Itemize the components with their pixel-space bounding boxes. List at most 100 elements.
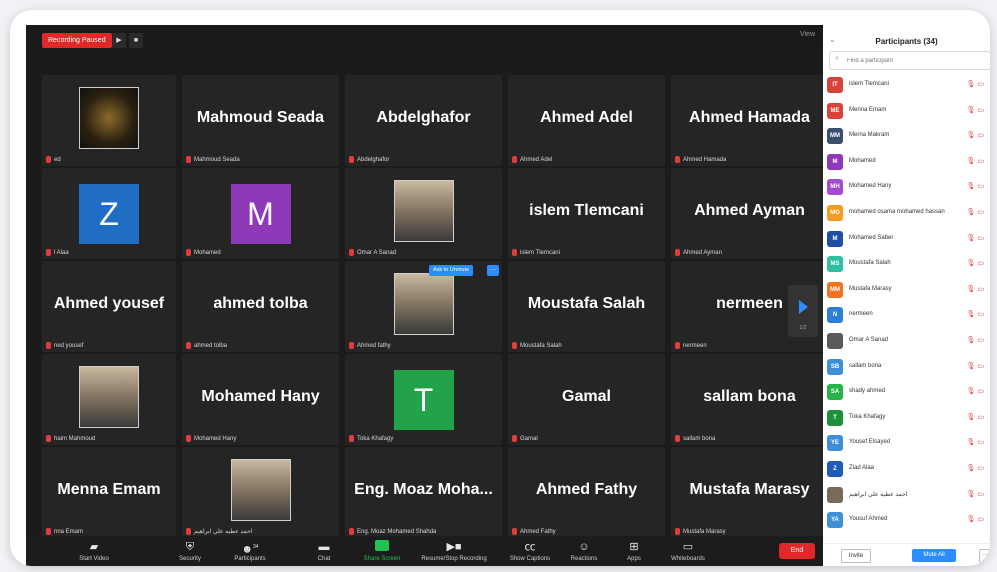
- participant-tile[interactable]: Omar A Sanad: [345, 168, 502, 259]
- participant-tile[interactable]: Zl Alaa: [42, 168, 176, 259]
- captions-label: Show Captions: [509, 556, 551, 562]
- smile-icon: ☺: [578, 541, 590, 553]
- whiteboards-button[interactable]: ▭ Whiteboards: [660, 540, 716, 562]
- share-screen-icon: [354, 540, 410, 554]
- chat-button[interactable]: ▬ Chat: [296, 540, 352, 562]
- participant-row[interactable]: M Mohamed 🎙︎▭: [823, 150, 990, 176]
- tile-footer-text: Ahmed Adel: [520, 156, 553, 163]
- tile-name-label: Ahmed fathy: [349, 342, 391, 349]
- participant-row[interactable]: MS Moustafa Salah 🎙︎▭: [823, 252, 990, 278]
- avatar: MM: [827, 281, 843, 298]
- recording-label: Resume/Stop Recording: [421, 556, 487, 562]
- participant-tile[interactable]: ahmed tolba ahmed tolba: [182, 261, 339, 352]
- tile-footer-text: Mohamed: [194, 249, 221, 256]
- avatar: MS: [827, 256, 843, 273]
- participant-row[interactable]: MO mohamed osama mohamed hassan 🎙︎▭: [823, 201, 990, 227]
- participant-row[interactable]: MM Merna Makram 🎙︎▭: [823, 124, 990, 150]
- participant-tile[interactable]: Abdelghafor Abdelghafor: [345, 75, 502, 166]
- recording-button[interactable]: ▶■ Resume/Stop Recording: [418, 540, 490, 562]
- participant-tile[interactable]: islem Tlemcani islem Tlemcani: [508, 168, 665, 259]
- participant-display-name: Mohamed Hany: [201, 388, 320, 405]
- mic-video-off-icon: 🎙︎▭: [966, 106, 986, 114]
- participant-tile[interactable]: sallam bona sallam bona: [671, 354, 823, 445]
- next-page-button[interactable]: 1/2: [788, 285, 818, 337]
- participant-row[interactable]: YE Yousef Elsayed 🎙︎▭: [823, 431, 990, 457]
- participant-row[interactable]: IT islem Tlemcani 🎙︎▭: [823, 73, 990, 99]
- participant-tile[interactable]: Eng. Moaz Moha... Eng. Moaz Mohamed Shahd…: [345, 447, 502, 538]
- mic-video-off-icon: 🎙︎▭: [966, 413, 986, 421]
- participant-row[interactable]: احمد عطيه علي ابراهيم 🎙︎▭: [823, 483, 990, 509]
- end-button[interactable]: End: [779, 543, 815, 559]
- participant-row[interactable]: Z Ziad Alaa 🎙︎▭: [823, 457, 990, 483]
- participant-tile[interactable]: Menna Emam nna Emam: [42, 447, 176, 538]
- participant-row[interactable]: MM Mustafa Marasy 🎙︎▭: [823, 278, 990, 304]
- participants-button[interactable]: ☻34 Participants: [222, 540, 278, 562]
- participant-tile[interactable]: Ahmed Adel Ahmed Adel: [508, 75, 665, 166]
- mic-video-off-icon: 🎙︎▭: [966, 464, 986, 472]
- participant-row[interactable]: YA Yousuf Ahmed 🎙︎▭: [823, 508, 990, 534]
- participant-tile[interactable]: Mohamed Hany Mohamed Hany: [182, 354, 339, 445]
- mic-off-icon: [349, 249, 354, 256]
- participant-row[interactable]: Nnermeen 🎙︎▭: [823, 303, 990, 329]
- participant-row[interactable]: SA shady ahmed 🎙︎▭: [823, 380, 990, 406]
- participant-display-name: islem Tlemcani: [529, 202, 644, 219]
- tile-more-button[interactable]: ···: [487, 265, 499, 276]
- participant-tile[interactable]: Ahmed yousef ned yousef: [42, 261, 176, 352]
- share-screen-button[interactable]: Share Screen: [354, 540, 410, 562]
- invite-button[interactable]: Invite: [841, 549, 871, 563]
- participant-tile[interactable]: Ahmed Fathy Ahmed Fathy: [508, 447, 665, 538]
- search-input[interactable]: [845, 54, 979, 68]
- tile-footer-text: Abdelghafor: [357, 156, 390, 163]
- mic-video-off-icon: 🎙︎▭: [966, 260, 986, 268]
- recording-status-badge[interactable]: Recording Paused: [42, 33, 112, 48]
- apps-button[interactable]: ⊞ Apps: [606, 540, 662, 562]
- security-button[interactable]: ⛨ Security: [162, 540, 218, 562]
- participant-tile[interactable]: احمد عطيه علي ابراهيم: [182, 447, 339, 538]
- participant-tile[interactable]: ed: [42, 75, 176, 166]
- participant-name: Merna Makram: [849, 132, 890, 139]
- participant-tile[interactable]: Mahmoud Seada Mahmoud Seada: [182, 75, 339, 166]
- participant-row[interactable]: M Mohamed Saber 🎙︎▭: [823, 227, 990, 253]
- captions-button[interactable]: ㏄ Show Captions: [502, 540, 558, 562]
- participant-tile[interactable]: haim Mahmoud: [42, 354, 176, 445]
- mute-all-button[interactable]: Mute All: [912, 549, 956, 562]
- participant-tile[interactable]: T Toka Khafagy: [345, 354, 502, 445]
- ask-to-unmute-button[interactable]: Ask to Unmute: [429, 265, 474, 276]
- participant-photo: [393, 180, 454, 242]
- participant-row[interactable]: SB sallam bona 🎙︎▭: [823, 355, 990, 381]
- reactions-button[interactable]: ☺ Reactions: [556, 540, 612, 562]
- participant-tile[interactable]: Mustafa Marasy Mustafa Marasy: [671, 447, 823, 538]
- tile-name-label: Ahmed Ayman: [675, 249, 722, 256]
- stop-recording-icon[interactable]: ■: [129, 33, 143, 48]
- resume-recording-icon[interactable]: ▶: [112, 33, 126, 48]
- participant-photo: [230, 459, 291, 521]
- mic-video-off-icon: 🎙︎▭: [966, 183, 986, 191]
- avatar: YA: [827, 512, 843, 529]
- mic-video-off-icon: 🎙︎▭: [966, 311, 986, 319]
- participant-row[interactable]: Omar A Sanad 🎙︎▭: [823, 329, 990, 355]
- participant-tile[interactable]: Ahmed Hamada Ahmed Hamada: [671, 75, 823, 166]
- page-indicator: 1/2: [799, 325, 807, 331]
- participant-list: IT islem Tlemcani 🎙︎▭ ME Menna Emam 🎙︎▭ MM Mern…: [823, 73, 990, 534]
- tile-name-label: islem Tlemcani: [512, 249, 560, 256]
- participant-tile[interactable]: Ahmed Ayman Ahmed Ayman: [671, 168, 823, 259]
- tile-name-label: Omar A Sanad: [349, 249, 396, 256]
- participant-tile[interactable]: Ask to Unmute ··· Ahmed fathy: [345, 261, 502, 352]
- start-video-button[interactable]: ▰ Start Video: [66, 540, 122, 562]
- logo-avatar: [79, 87, 139, 149]
- avatar: MO: [827, 204, 843, 221]
- avatar: [827, 332, 843, 349]
- participant-tile[interactable]: M Mohamed: [182, 168, 339, 259]
- view-button[interactable]: View: [800, 31, 815, 38]
- tile-name-label: احمد عطيه علي ابراهيم: [186, 528, 252, 535]
- participant-row[interactable]: T Toka Khafagy 🎙︎▭: [823, 406, 990, 432]
- participant-search[interactable]: ⌕: [829, 51, 990, 70]
- participant-tile[interactable]: Gamal Gamal: [508, 354, 665, 445]
- participant-row[interactable]: MH Mohamed Hany 🎙︎▭: [823, 175, 990, 201]
- letter-avatar: Z: [79, 184, 139, 244]
- more-button[interactable]: ···: [979, 549, 990, 563]
- participant-row[interactable]: ME Menna Emam 🎙︎▭: [823, 99, 990, 125]
- participant-tile[interactable]: Moustafa Salah Moustafa Salah: [508, 261, 665, 352]
- mic-off-icon: [186, 342, 191, 349]
- mic-video-off-icon: 🎙︎▭: [966, 362, 986, 370]
